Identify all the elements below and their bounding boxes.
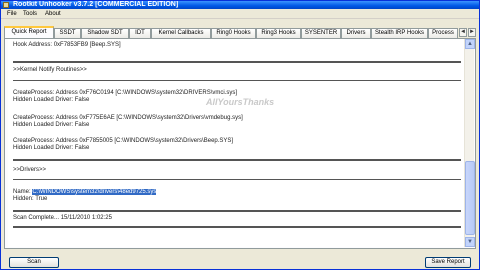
main-window: Rootkit Unhooker v3.7.2 [COMMERCIAL EDIT… — [0, 0, 480, 270]
scroll-up-icon[interactable]: ▲ — [465, 39, 475, 49]
report-notify-header: >>Kernel Notify Routines>> — [13, 67, 87, 73]
report-separator — [13, 226, 461, 228]
tab-drivers[interactable]: Drivers — [341, 28, 371, 38]
tab-quick-report[interactable]: Quick Report — [4, 26, 54, 38]
save-report-button[interactable]: Save Report — [425, 257, 471, 268]
report-separator — [13, 61, 461, 63]
scroll-down-icon[interactable]: ▼ — [465, 237, 475, 247]
report-line-hook-address: Hook Address: 0xF7853FB9 [Beep.SYS] — [13, 42, 121, 48]
report-scrollbar[interactable]: ▲ ▼ — [464, 39, 475, 247]
tab-ring0-hooks[interactable]: Ring0 Hooks — [211, 28, 256, 38]
tab-process[interactable]: Process — [428, 28, 458, 38]
tab-scroll-right-icon[interactable]: ► — [468, 28, 476, 37]
scan-button[interactable]: Scan — [9, 257, 59, 268]
tab-shadow-sdt[interactable]: Shadow SDT — [81, 28, 129, 38]
menu-about[interactable]: About — [43, 10, 63, 18]
tab-kernel-callbacks[interactable]: Kernel Callbacks — [151, 28, 211, 38]
report-scan-complete: Scan Complete... 15/11/2010 1:02:25 — [13, 215, 112, 221]
selected-driver-path[interactable]: C:\WINDOWS\system32\drivers\48ed9725.sys — [32, 189, 157, 195]
tab-ssdt[interactable]: SSDT — [54, 28, 81, 38]
tab-scroll-left-icon[interactable]: ◄ — [459, 28, 467, 37]
report-line-hidden-driver: Hidden Loaded Driver: False — [13, 97, 90, 103]
report-textbox[interactable]: Hook Address: 0xF7853FB9 [Beep.SYS] >>Ke… — [8, 39, 464, 247]
tab-sysenter[interactable]: SYSENTER — [301, 28, 341, 38]
title-bar[interactable]: Rootkit Unhooker v3.7.2 [COMMERCIAL EDIT… — [1, 1, 479, 9]
tab-idt[interactable]: IDT — [129, 28, 151, 38]
window-title: Rootkit Unhooker v3.7.2 [COMMERCIAL EDIT… — [13, 1, 179, 8]
menu-file[interactable]: File — [5, 10, 19, 18]
report-line-createprocess: CreateProcess: Address 0xF7855005 [C:\WI… — [13, 138, 234, 144]
report-line-createprocess: CreateProcess: Address 0xF775E6AE [C:\WI… — [13, 115, 243, 121]
tab-stealth-irp-hooks[interactable]: Stealth IRP Hooks — [371, 28, 428, 38]
tab-strip: Quick Report SSDT Shadow SDT IDT Kernel … — [4, 26, 476, 38]
report-separator — [13, 159, 461, 161]
report-line-hidden-driver: Hidden Loaded Driver: False — [13, 122, 90, 128]
menu-bar: File Tools About — [1, 9, 479, 19]
menu-tools[interactable]: Tools — [21, 10, 39, 18]
report-separator — [13, 210, 461, 212]
driver-name-prefix: Name: — [13, 189, 33, 195]
scrollbar-thumb[interactable] — [465, 161, 475, 235]
report-separator — [13, 80, 461, 81]
watermark-text: AllYoursThanks — [206, 97, 275, 107]
report-line-hidden: Hidden: True — [13, 196, 48, 202]
report-line-driver-name: Name: C:\WINDOWS\system32\drivers\48ed97… — [13, 189, 157, 196]
report-separator — [13, 179, 461, 180]
report-line-createprocess: CreateProcess: Address 0xF76C0194 [C:\WI… — [13, 90, 238, 96]
report-line-hidden-driver: Hidden Loaded Driver: False — [13, 145, 90, 151]
report-drivers-header: >>Drivers>> — [13, 167, 47, 173]
tab-ring3-hooks[interactable]: Ring3 Hooks — [256, 28, 301, 38]
app-icon — [3, 2, 9, 8]
